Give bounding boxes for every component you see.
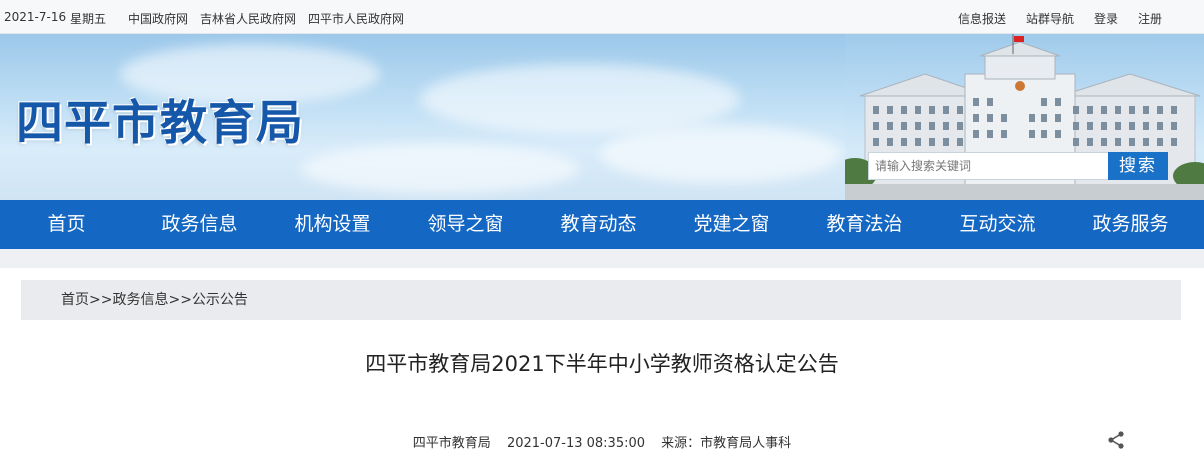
main-nav: 首页 政务信息 机构设置 领导之窗 教育动态 党建之窗 教育法治 互动交流 政务…	[0, 200, 1204, 249]
article-datetime: 2021-07-13 08:35:00	[506, 436, 646, 451]
current-date: 2021-7-16	[4, 10, 67, 24]
nav-item-gov-info[interactable]: 政务信息	[133, 200, 266, 249]
breadcrumb-separator: >>	[89, 292, 113, 308]
breadcrumb-separator: >>	[168, 292, 192, 308]
breadcrumb-home[interactable]: 首页	[61, 292, 89, 308]
link-register[interactable]: 注册	[1138, 10, 1162, 27]
nav-item-organization[interactable]: 机构设置	[266, 200, 399, 249]
site-title[interactable]: 四平市教育局	[16, 84, 304, 153]
search-input[interactable]	[868, 152, 1108, 180]
banner-cloud	[420, 64, 740, 134]
breadcrumb: 首页>>政务信息>>公示公告	[21, 280, 1181, 320]
banner-cloud	[600, 124, 840, 184]
nav-item-interaction[interactable]: 互动交流	[931, 200, 1064, 249]
banner-cloud	[300, 144, 580, 194]
link-info-submit[interactable]: 信息报送	[958, 10, 1006, 27]
article-title: 四平市教育局2021下半年中小学教师资格认定公告	[365, 352, 839, 376]
breadcrumb-announcements[interactable]: 公示公告	[192, 292, 248, 308]
government-links: 中国政府网 吉林省人民政府网 四平市人民政府网	[128, 10, 404, 27]
link-site-nav[interactable]: 站群导航	[1026, 10, 1074, 27]
nav-item-education-law[interactable]: 教育法治	[798, 200, 931, 249]
current-weekday: 星期五	[70, 12, 107, 26]
nav-item-gov-service[interactable]: 政务服务	[1064, 200, 1197, 249]
link-jilin-gov[interactable]: 吉林省人民政府网	[200, 10, 296, 27]
nav-item-home[interactable]: 首页	[0, 200, 133, 249]
article-meta: 四平市教育局 2021-07-13 08:35:00 来源：市教育局人事科	[0, 432, 1204, 451]
link-login[interactable]: 登录	[1094, 10, 1118, 27]
search-box: 搜索	[868, 152, 1168, 180]
search-button[interactable]: 搜索	[1108, 152, 1168, 180]
link-siping-gov[interactable]: 四平市人民政府网	[308, 10, 404, 27]
link-china-gov[interactable]: 中国政府网	[128, 10, 188, 27]
nav-item-leadership[interactable]: 领导之窗	[399, 200, 532, 249]
nav-item-party-building[interactable]: 党建之窗	[665, 200, 798, 249]
article-source: 来源：市教育局人事科	[661, 436, 792, 451]
article-content: 首页>>政务信息>>公示公告 四平市教育局2021下半年中小学教师资格认定公告 …	[0, 268, 1204, 475]
top-utility-bar: 2021-7-16 星期五 中国政府网 吉林省人民政府网 四平市人民政府网 信息…	[0, 0, 1204, 34]
breadcrumb-gov-info[interactable]: 政务信息	[112, 292, 168, 308]
site-banner: 四平市教育局 请输入搜索关键词 搜索	[0, 34, 1204, 200]
nav-item-education-news[interactable]: 教育动态	[532, 200, 665, 249]
share-icon[interactable]	[1106, 430, 1126, 450]
account-links: 信息报送 站群导航 登录 注册	[958, 10, 1162, 27]
article-publisher: 四平市教育局	[412, 436, 491, 451]
